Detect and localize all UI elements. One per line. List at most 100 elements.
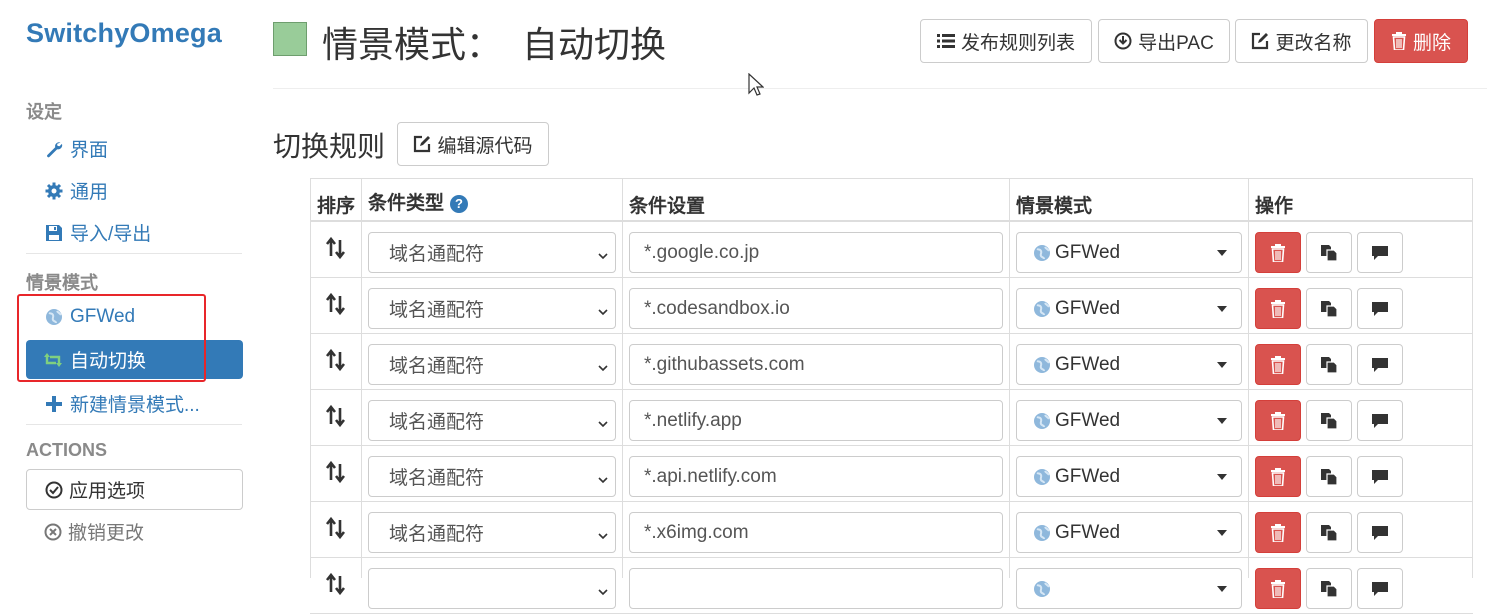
condition-pattern-input[interactable]: *.githubassets.com	[629, 344, 1003, 385]
copy-icon	[1320, 244, 1338, 262]
select-value: GFWed	[1055, 297, 1121, 319]
result-profile-select[interactable]: GFWed	[1016, 232, 1242, 273]
result-profile-select[interactable]: GFWed	[1016, 400, 1242, 441]
mouse-cursor-icon	[748, 72, 765, 102]
column-header-condition: 条件设置	[629, 196, 706, 217]
comment-icon	[1371, 356, 1389, 374]
delete-profile-button[interactable]: 删除	[1374, 19, 1468, 63]
sort-handle-icon[interactable]	[324, 572, 348, 596]
condition-pattern-input[interactable]: *.api.netlify.com	[629, 456, 1003, 497]
input-value: *.codesandbox.io	[644, 297, 790, 319]
comment-rule-button[interactable]	[1357, 288, 1403, 329]
duplicate-rule-button[interactable]	[1306, 288, 1352, 329]
column-header-label: 条件类型	[368, 193, 445, 214]
result-profile-select[interactable]	[1016, 568, 1242, 609]
duplicate-rule-button[interactable]	[1306, 400, 1352, 441]
sidebar-item-general[interactable]: 通用	[44, 177, 108, 204]
delete-rule-button[interactable]	[1255, 568, 1301, 609]
delete-rule-button[interactable]	[1255, 456, 1301, 497]
trash-icon	[1270, 355, 1286, 374]
divider	[26, 253, 242, 254]
delete-rule-button[interactable]	[1255, 344, 1301, 385]
select-value: GFWed	[1055, 353, 1121, 375]
comment-icon	[1371, 468, 1389, 486]
highlight-annotation	[17, 294, 206, 382]
new-profile-link[interactable]: 新建情景模式...	[44, 390, 200, 417]
duplicate-rule-button[interactable]	[1306, 512, 1352, 553]
condition-pattern-input[interactable]: *.netlify.app	[629, 400, 1003, 441]
comment-icon	[1371, 300, 1389, 318]
condition-type-select[interactable]: 域名通配符	[368, 400, 616, 441]
duplicate-rule-button[interactable]	[1306, 568, 1352, 609]
sidebar-item-interface[interactable]: 界面	[44, 135, 108, 162]
condition-pattern-input[interactable]: *.codesandbox.io	[629, 288, 1003, 329]
column-header-sort: 排序	[317, 196, 356, 217]
header-divider	[273, 88, 1487, 89]
comment-rule-button[interactable]	[1357, 344, 1403, 385]
edit-source-button[interactable]: 编辑源代码	[397, 122, 549, 166]
duplicate-rule-button[interactable]	[1306, 456, 1352, 497]
table-row: 域名通配符 *.x6img.com GFWed	[310, 502, 1473, 558]
condition-type-select[interactable]: 域名通配符	[368, 344, 616, 385]
globe-icon	[1033, 524, 1051, 542]
globe-icon	[1033, 468, 1051, 486]
condition-type-select[interactable]	[368, 568, 616, 609]
sort-handle-icon[interactable]	[324, 460, 348, 484]
duplicate-rule-button[interactable]	[1306, 232, 1352, 273]
table-row: 域名通配符 *.codesandbox.io GFWed	[310, 278, 1473, 334]
chevron-down-icon	[597, 470, 609, 492]
result-profile-select[interactable]: GFWed	[1016, 456, 1242, 497]
comment-rule-button[interactable]	[1357, 400, 1403, 441]
result-profile-select[interactable]: GFWed	[1016, 288, 1242, 329]
condition-type-select[interactable]: 域名通配符	[368, 512, 616, 553]
app-title[interactable]: SwitchyOmega	[26, 18, 222, 49]
export-pac-button[interactable]: 导出PAC	[1098, 19, 1230, 63]
wrench-icon	[44, 140, 64, 158]
chevron-down-icon	[597, 302, 609, 324]
comment-icon	[1371, 524, 1389, 542]
delete-rule-button[interactable]	[1255, 288, 1301, 329]
globe-icon	[1033, 580, 1051, 598]
sort-handle-icon[interactable]	[324, 404, 348, 428]
close-circle-icon	[44, 523, 62, 541]
condition-type-select[interactable]: 域名通配符	[368, 456, 616, 497]
apply-label: 应用选项	[69, 481, 146, 502]
comment-rule-button[interactable]	[1357, 568, 1403, 609]
publish-rules-button[interactable]: 发布规则列表	[920, 19, 1092, 63]
comment-rule-button[interactable]	[1357, 456, 1403, 497]
apply-button[interactable]: 应用选项	[26, 469, 243, 510]
select-value: GFWed	[1055, 521, 1121, 543]
sort-handle-icon[interactable]	[324, 516, 348, 540]
table-row: 域名通配符 *.githubassets.com GFWed	[310, 334, 1473, 390]
sort-handle-icon[interactable]	[324, 236, 348, 260]
rename-button[interactable]: 更改名称	[1235, 19, 1368, 63]
condition-type-select[interactable]: 域名通配符	[368, 288, 616, 329]
comment-rule-button[interactable]	[1357, 512, 1403, 553]
delete-rule-button[interactable]	[1255, 512, 1301, 553]
comment-rule-button[interactable]	[1357, 232, 1403, 273]
caret-down-icon	[1217, 362, 1227, 368]
sort-handle-icon[interactable]	[324, 292, 348, 316]
globe-icon	[1033, 412, 1051, 430]
button-label: 更改名称	[1275, 32, 1352, 54]
delete-rule-button[interactable]	[1255, 232, 1301, 273]
result-profile-select[interactable]: GFWed	[1016, 512, 1242, 553]
profile-color-swatch[interactable]	[273, 22, 307, 56]
condition-pattern-input[interactable]	[629, 568, 1003, 609]
condition-pattern-input[interactable]: *.google.co.jp	[629, 232, 1003, 273]
input-value: *.githubassets.com	[644, 353, 805, 375]
result-profile-select[interactable]: GFWed	[1016, 344, 1242, 385]
select-value: 域名通配符	[389, 412, 485, 433]
sidebar-item-label: 新建情景模式...	[70, 395, 200, 416]
condition-type-select[interactable]: 域名通配符	[368, 232, 616, 273]
sidebar-item-import-export[interactable]: 导入/导出	[44, 219, 151, 246]
question-circle-icon[interactable]: ?	[450, 194, 469, 213]
button-label: 发布规则列表	[960, 32, 1075, 54]
duplicate-rule-button[interactable]	[1306, 344, 1352, 385]
copy-icon	[1320, 300, 1338, 318]
condition-pattern-input[interactable]: *.x6img.com	[629, 512, 1003, 553]
revert-link[interactable]: 撤销更改	[44, 518, 144, 545]
delete-rule-button[interactable]	[1255, 400, 1301, 441]
select-value: 域名通配符	[389, 244, 485, 265]
sort-handle-icon[interactable]	[324, 348, 348, 372]
